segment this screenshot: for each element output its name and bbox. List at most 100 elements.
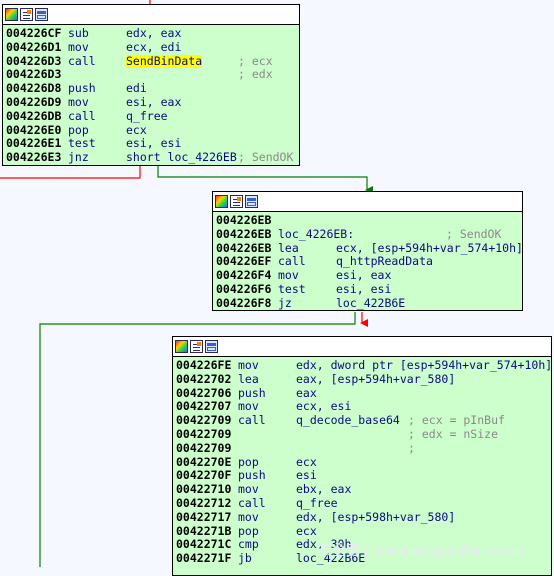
- operands[interactable]: q_free: [126, 109, 168, 124]
- mnemonic: jb: [238, 551, 252, 566]
- code-line[interactable]: 00422709 call q_decode_base64 ; ecx = pInBu…: [176, 413, 551, 428]
- code-line[interactable]: 004226E0 pop ecx: [6, 122, 299, 138]
- code-line[interactable]: 004226E1 test esi, esi: [6, 137, 299, 151]
- operands[interactable]: short loc_4226EB: [126, 150, 237, 165]
- mnemonic: loc_4226EB:: [278, 226, 355, 241]
- edit-node-icon[interactable]: [190, 340, 203, 353]
- block-3-code: 004226FE mov edx, dword ptr [esp+594h+var_…: [173, 357, 551, 566]
- operands: ecx: [296, 523, 317, 538]
- mnemonic: call: [278, 254, 306, 269]
- address: 004226D1: [6, 39, 62, 54]
- mnemonic: call: [68, 108, 96, 123]
- address: 004226E1: [6, 136, 62, 151]
- mnemonic: jz: [278, 295, 292, 310]
- address: 00422712: [176, 495, 232, 510]
- group-node-icon[interactable]: [35, 8, 48, 21]
- code-line[interactable]: 004226EB lea ecx, [esp+594h+var_574+10h]: [216, 240, 523, 256]
- code-line[interactable]: 004226D9 mov esi, eax: [6, 94, 299, 110]
- watermark-text: 安全客 ( www.anquanke.com ): [318, 543, 526, 559]
- code-line[interactable]: 004226F6 test esi, esi: [216, 281, 522, 297]
- graph-color-icon[interactable]: [5, 8, 18, 21]
- mnemonic: jnz: [68, 150, 89, 165]
- code-line[interactable]: 00422709;: [176, 440, 551, 456]
- address: 004226CF: [6, 26, 62, 40]
- address: 004226F6: [216, 281, 272, 296]
- code-line[interactable]: 004226D3 ; edx: [6, 68, 299, 82]
- operands: esi, esi: [336, 281, 392, 296]
- address: 00422707: [176, 399, 232, 414]
- edit-node-icon[interactable]: [20, 8, 33, 21]
- mnemonic: mov: [238, 509, 259, 524]
- address: 00422709: [176, 440, 232, 455]
- highlighted-symbol[interactable]: SendBinData: [126, 54, 203, 69]
- address: 0042270E: [176, 454, 232, 469]
- code-line[interactable]: 00422702 lea eax, [esp+594h+var_580]: [176, 371, 551, 387]
- code-line[interactable]: 00422707 mov ecx, esi: [176, 400, 551, 414]
- address: 004226D8: [6, 81, 62, 96]
- code-line[interactable]: 004226E3 jnz short loc_4226EB; SendOK: [6, 150, 299, 165]
- operands: ecx, [esp+594h+var_574+10h]: [336, 240, 523, 255]
- code-line[interactable]: 00422709 ; edx = nSize: [176, 426, 551, 442]
- code-line[interactable]: 0042271B pop ecx: [176, 523, 551, 539]
- operands[interactable]: loc_422B6E: [336, 296, 405, 310]
- operands[interactable]: q_httpReadData: [336, 255, 433, 269]
- operands: esi, eax: [336, 268, 392, 283]
- operands: eax, [esp+594h+var_580]: [296, 371, 456, 386]
- mnemonic: call: [238, 495, 266, 510]
- comment: ; edx: [238, 67, 273, 82]
- operands: edi: [126, 81, 147, 96]
- operands[interactable]: q_free: [296, 496, 338, 511]
- code-line[interactable]: 004226EF call q_httpReadData: [216, 255, 522, 269]
- block-2-code: 004226EB 004226EB loc_4226EB:; SendOK 00422…: [213, 212, 523, 310]
- comment: ; ecx: [238, 53, 273, 68]
- graph-color-icon[interactable]: [175, 340, 188, 353]
- code-line[interactable]: 004226D1 mov ecx, edi: [6, 39, 299, 55]
- group-node-icon[interactable]: [245, 195, 258, 208]
- address: 004226FE: [176, 358, 232, 372]
- address: 004226E3: [6, 150, 62, 165]
- operands: esi, eax: [126, 94, 182, 109]
- address: 0042271C: [176, 537, 232, 552]
- mnemonic: pop: [238, 523, 259, 538]
- mnemonic: test: [68, 136, 96, 151]
- code-line[interactable]: 004226D8 push edi: [6, 81, 299, 96]
- code-line[interactable]: 0042270F push esi: [176, 469, 551, 483]
- operands[interactable]: q_decode_base64: [296, 413, 400, 428]
- code-block-2[interactable]: 004226EB 004226EB loc_4226EB:; SendOK 00422…: [212, 191, 523, 311]
- code-line[interactable]: 004226F8 jz loc_422B6E: [216, 295, 522, 310]
- address: 00422706: [176, 385, 232, 400]
- operands: ecx, edi: [126, 39, 182, 54]
- code-line[interactable]: 00422710 mov ebx, eax: [176, 482, 551, 497]
- code-line[interactable]: 0042270E pop ecx: [176, 454, 551, 470]
- code-line[interactable]: 00422706 push eax: [176, 385, 551, 401]
- operands: esi, esi: [126, 136, 182, 151]
- address: 00422709: [176, 426, 232, 441]
- code-line[interactable]: 004226EB: [216, 213, 522, 228]
- graph-color-icon[interactable]: [215, 195, 228, 208]
- operands: edx, eax: [126, 26, 182, 40]
- address: 0042270F: [176, 468, 232, 483]
- address: 004226D3: [6, 67, 62, 82]
- code-line[interactable]: 004226CF sub edx, eax: [6, 26, 299, 41]
- operands: ebx, eax: [296, 482, 352, 497]
- edit-node-icon[interactable]: [230, 195, 243, 208]
- mnemonic: pop: [68, 122, 89, 137]
- mnemonic: mov: [278, 268, 299, 283]
- code-line[interactable]: 004226FE mov edx, dword ptr [esp+594h+var_…: [176, 358, 552, 373]
- address: 00422709: [176, 413, 232, 428]
- block-toolbar: [213, 192, 522, 212]
- operands: ecx, esi: [296, 399, 352, 414]
- operands: eax: [296, 385, 317, 400]
- code-line[interactable]: 00422717 mov edx, [esp+598h+var_580]: [176, 509, 551, 525]
- code-block-1[interactable]: 004226CF sub edx, eax 004226D1 mov ecx, edi 00…: [2, 4, 300, 166]
- code-line[interactable]: 004226DB call q_free: [6, 108, 299, 124]
- group-node-icon[interactable]: [205, 340, 218, 353]
- operands: edx, dword ptr [esp+594h+var_574+10h]: [296, 358, 552, 372]
- comment: ; SendOK: [446, 226, 502, 241]
- code-line[interactable]: 004226EB loc_4226EB: ; SendOK: [216, 226, 522, 242]
- code-line[interactable]: 00422712 call q_free: [176, 495, 551, 511]
- address: 00422717: [176, 509, 232, 524]
- code-line[interactable]: 004226D3 call SendBinData ; ecx: [6, 53, 299, 69]
- code-line[interactable]: 004226F4 mov esi, eax: [216, 268, 522, 283]
- address: 0042271F: [176, 551, 232, 566]
